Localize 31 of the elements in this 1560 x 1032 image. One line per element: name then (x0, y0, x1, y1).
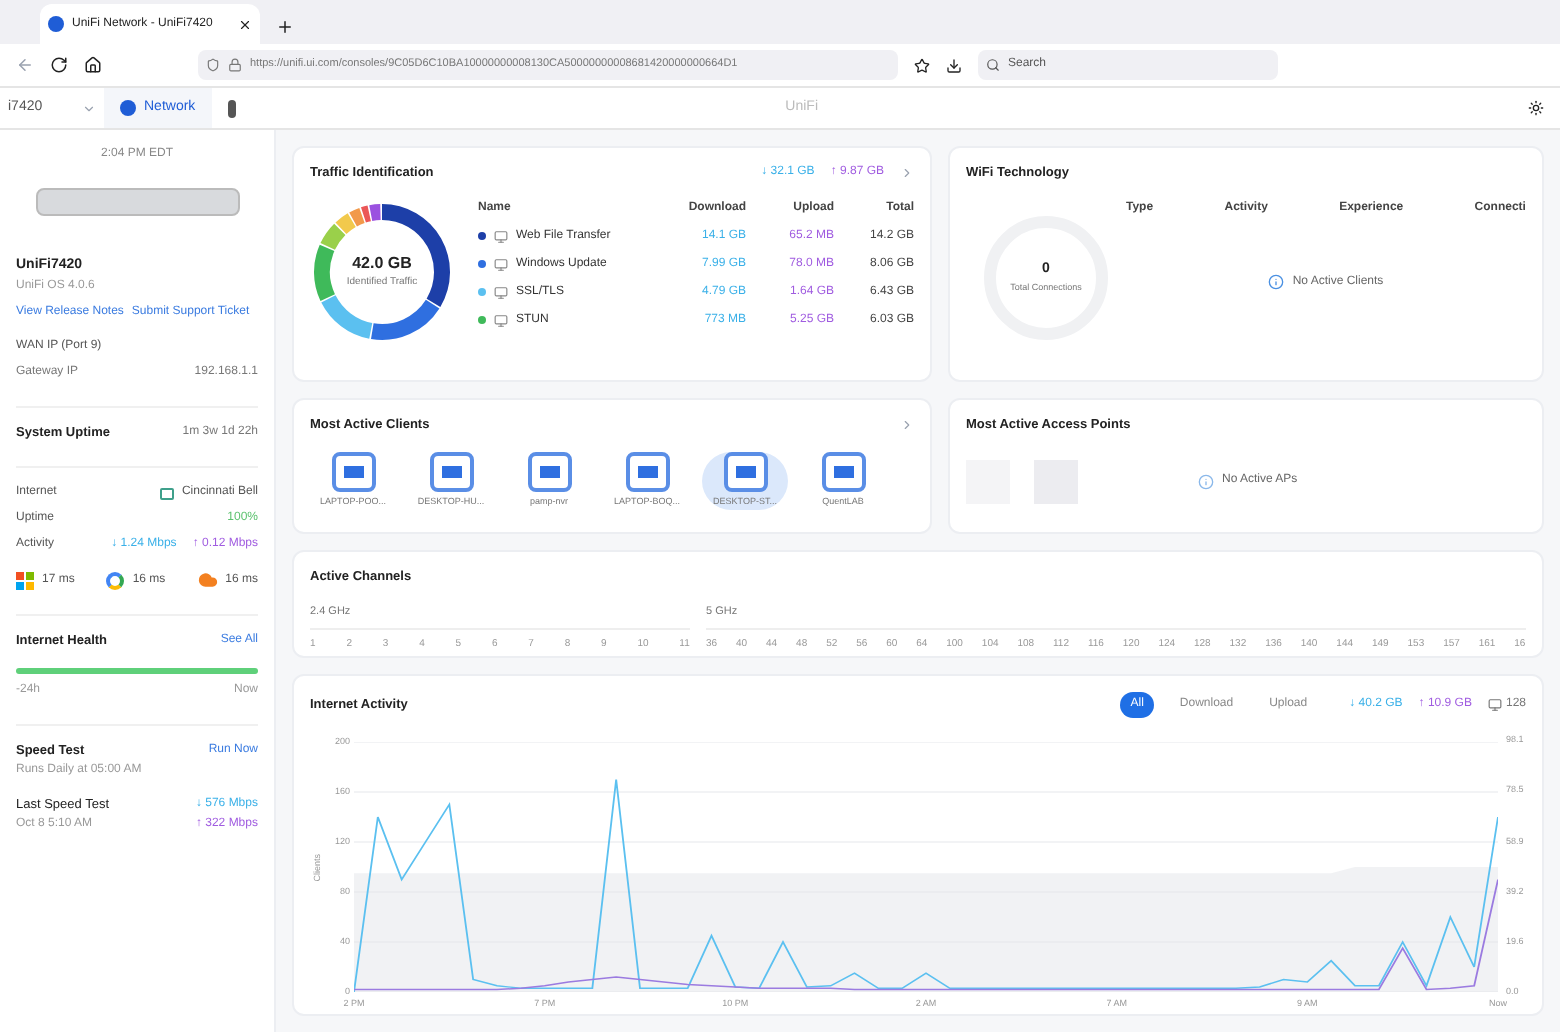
cloud-icon (197, 570, 218, 591)
computer-icon (331, 451, 375, 492)
device-icon[interactable] (227, 99, 236, 117)
unifi-logo-icon (48, 16, 64, 32)
app-icon (494, 313, 508, 328)
info-icon (1198, 473, 1214, 490)
network-icon (120, 100, 136, 116)
isp-icon (159, 487, 174, 500)
close-icon[interactable] (238, 17, 252, 31)
computer-icon (821, 451, 865, 492)
google-logo-icon (106, 571, 125, 590)
theme-icon[interactable] (1528, 100, 1544, 116)
computer-icon (429, 451, 473, 492)
computer-icon (527, 451, 571, 492)
info-icon (1268, 274, 1285, 291)
clients-icon (1487, 698, 1502, 712)
donut-total: 42.0 GB (352, 252, 412, 276)
reload-icon[interactable] (50, 56, 68, 74)
app-icon (494, 229, 508, 244)
app-icon (494, 257, 508, 272)
app-icon (494, 285, 508, 300)
shield-icon (206, 58, 220, 72)
home-icon[interactable] (84, 56, 102, 74)
bookmark-star-icon[interactable] (914, 57, 930, 73)
search-icon (986, 58, 1000, 72)
computer-icon (723, 451, 767, 492)
computer-icon (625, 451, 669, 492)
windows-logo-icon (16, 571, 34, 590)
new-tab-icon[interactable] (276, 18, 294, 36)
download-icon[interactable] (946, 57, 962, 73)
lock-icon (228, 58, 242, 72)
